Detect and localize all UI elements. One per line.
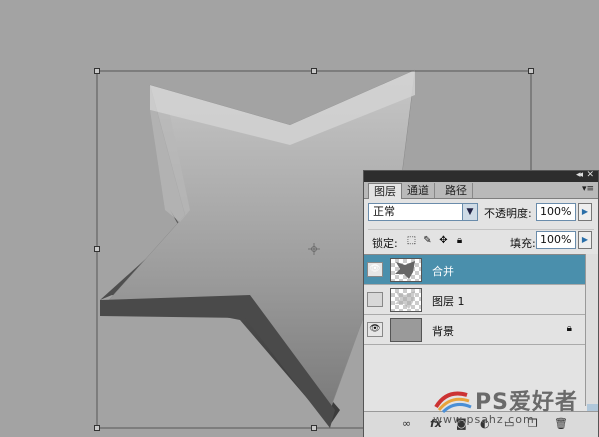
layer-name: 背景 [432, 325, 454, 338]
layer-name: 图层 1 [432, 295, 465, 308]
lock-position-icon[interactable]: ✥ [438, 235, 449, 246]
blend-mode-value: 正常 [373, 205, 395, 218]
layer-row-merged[interactable]: 👁︎ 合并 [364, 255, 586, 285]
watermark-url: www.psahz.com [433, 413, 535, 426]
lock-transparency-icon[interactable]: ⬚ [406, 235, 417, 246]
collapse-arrows-icon[interactable]: ◂◂ [576, 170, 583, 180]
close-icon[interactable]: ✕ [586, 170, 594, 180]
layer-thumbnail [390, 318, 422, 342]
opacity-stepper-icon[interactable]: ▶ [578, 203, 592, 221]
fill-label: 填充: [510, 237, 536, 250]
chevron-down-icon[interactable]: ▼ [462, 204, 477, 220]
transform-handle-bm[interactable] [311, 425, 317, 431]
layer-list: 👁︎ 合并 图层 1 👁︎ 背景 🔒︎ [364, 254, 598, 405]
fill-stepper-icon[interactable]: ▶ [578, 231, 592, 249]
blend-mode-select[interactable]: 正常 ▼ [368, 203, 478, 221]
transform-handle-tr[interactable] [528, 68, 534, 74]
layer-thumbnail [390, 288, 422, 312]
transform-handle-tl[interactable] [94, 68, 100, 74]
watermark-brand: PS爱好者 [475, 390, 578, 415]
panel-titlebar[interactable]: ◂◂ ✕ [364, 170, 598, 182]
lock-label: 锁定: [372, 237, 398, 250]
lock-icon: 🔒︎ [566, 323, 572, 334]
panel-tabbar: 图层 通道 路径 ▾≡ [364, 182, 598, 199]
tab-channels[interactable]: 通道 [402, 183, 435, 198]
watermark: PS爱好者 www.psahz.com [433, 385, 593, 430]
eye-icon[interactable]: 👁︎ [367, 322, 383, 337]
transform-handle-bl[interactable] [94, 425, 100, 431]
tab-paths[interactable]: 路径 [440, 183, 473, 198]
watermark-logo-icon [434, 391, 472, 414]
transform-handle-ml[interactable] [94, 246, 100, 252]
opacity-input[interactable]: 100% [536, 203, 576, 221]
scrollbar[interactable] [585, 254, 598, 416]
panel-menu-icon[interactable]: ▾≡ [582, 184, 594, 194]
lock-all-icon[interactable]: 🔒︎ [454, 235, 465, 246]
eye-hidden-icon[interactable] [367, 292, 383, 307]
opacity-label: 不透明度: [484, 207, 532, 220]
blend-row: 正常 ▼ 不透明度: 100% ▶ [368, 203, 594, 223]
layer-row-background[interactable]: 👁︎ 背景 🔒︎ [364, 315, 586, 345]
layer-thumbnail [390, 258, 422, 282]
layer-name: 合并 [432, 265, 454, 278]
eye-icon[interactable]: 👁︎ [367, 262, 383, 277]
transform-handle-tm[interactable] [311, 68, 317, 74]
lock-row: 锁定: ⬚ ✎ ✥ 🔒︎ 填充: 100% ▶ [368, 229, 594, 250]
tab-layers[interactable]: 图层 [368, 183, 402, 199]
fill-input[interactable]: 100% [536, 231, 576, 249]
lock-pixels-icon[interactable]: ✎ [422, 235, 433, 246]
link-icon[interactable]: ∞ [402, 417, 411, 430]
layer-row-layer1[interactable]: 图层 1 [364, 285, 586, 315]
